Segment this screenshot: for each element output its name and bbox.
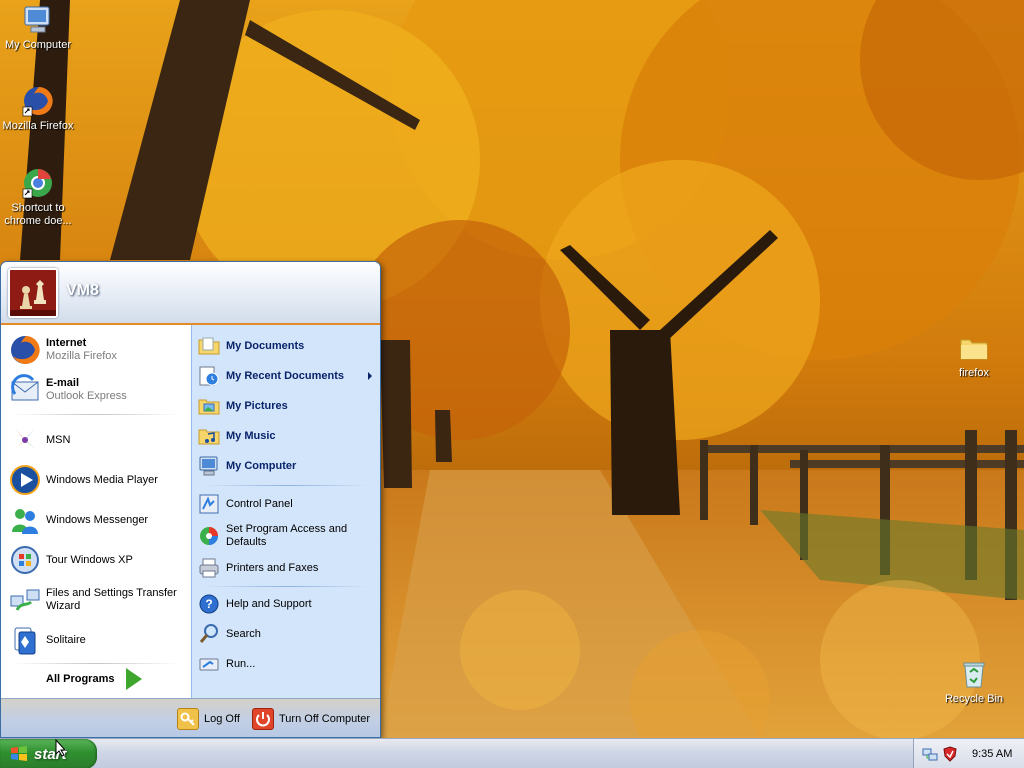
recent-item-media-player[interactable]: Windows Media Player xyxy=(9,462,187,498)
system-program-access[interactable]: Set Program Access and Defaults xyxy=(198,521,380,551)
menu-separator xyxy=(11,663,181,664)
program-access-icon xyxy=(198,525,220,547)
outlook-express-icon xyxy=(9,374,41,406)
control-panel-icon xyxy=(198,493,220,515)
messenger-icon xyxy=(9,504,41,536)
help-icon: ? xyxy=(198,593,220,615)
search-icon xyxy=(198,623,220,645)
network-icon[interactable] xyxy=(922,746,938,762)
menu-separator xyxy=(204,485,370,486)
start-button[interactable]: start xyxy=(0,739,97,768)
key-icon xyxy=(177,708,199,730)
all-programs-arrow-icon xyxy=(126,668,143,690)
support-run[interactable]: Run... xyxy=(198,651,380,677)
recent-item-msn[interactable]: MSN xyxy=(9,422,187,458)
msn-icon xyxy=(9,424,41,456)
submenu-arrow-icon xyxy=(368,372,372,380)
svg-text:?: ? xyxy=(205,597,212,611)
log-off-button[interactable]: Log Off xyxy=(177,708,240,730)
firefox-icon xyxy=(22,85,54,117)
support-search[interactable]: Search xyxy=(198,621,380,647)
place-my-recent-documents[interactable]: My Recent Documents xyxy=(198,363,380,389)
start-menu-programs-pane: Internet Mozilla Firefox E-mail Outlook Ex… xyxy=(1,325,191,698)
folder-icon xyxy=(958,332,990,364)
place-my-computer[interactable]: My Computer xyxy=(198,453,380,479)
place-my-music[interactable]: My Music xyxy=(198,423,380,449)
firefox-icon xyxy=(9,334,41,366)
run-icon xyxy=(198,653,220,675)
pinned-item-internet[interactable]: Internet Mozilla Firefox xyxy=(9,332,187,368)
mouse-cursor-icon xyxy=(55,738,67,757)
transfer-wizard-icon xyxy=(9,584,41,616)
system-control-panel[interactable]: Control Panel xyxy=(198,491,380,517)
system-tray: 9:35 AM xyxy=(913,739,1024,768)
all-programs-button[interactable]: All Programs xyxy=(46,668,143,690)
menu-separator xyxy=(11,414,181,415)
tour-xp-icon xyxy=(9,544,41,576)
power-icon xyxy=(252,708,274,730)
pictures-folder-icon xyxy=(198,395,220,417)
pinned-item-email[interactable]: E-mail Outlook Express xyxy=(9,372,187,408)
chrome-shortcut-icon xyxy=(22,167,54,199)
recent-item-solitaire[interactable]: Solitaire xyxy=(9,622,187,658)
start-menu-footer: Log Off Turn Off Computer xyxy=(1,698,380,737)
start-menu: VM8 Internet Mozilla Firefox E-mail Outloo… xyxy=(0,261,381,738)
place-my-documents[interactable]: My Documents xyxy=(198,333,380,359)
desktop-icon-firefox-folder[interactable]: firefox xyxy=(936,332,1012,380)
system-printers-faxes[interactable]: Printers and Faxes xyxy=(198,555,380,581)
desktop-icon-firefox[interactable]: Mozilla Firefox xyxy=(0,85,76,133)
place-my-pictures[interactable]: My Pictures xyxy=(198,393,380,419)
start-menu-places-pane: My Documents My Recent Documents My Pict… xyxy=(191,325,380,698)
music-folder-icon xyxy=(198,425,220,447)
clock[interactable]: 9:35 AM xyxy=(972,748,1012,760)
printer-icon xyxy=(198,557,220,579)
taskbar: start 9:35 AM xyxy=(0,738,1024,768)
turn-off-button[interactable]: Turn Off Computer xyxy=(252,708,370,730)
my-computer-icon xyxy=(22,4,54,36)
desktop-icon-my-computer[interactable]: My Computer xyxy=(0,4,76,52)
recent-item-transfer-wizard[interactable]: Files and Settings Transfer Wizard xyxy=(9,582,187,618)
security-shield-icon[interactable] xyxy=(942,746,958,762)
user-avatar[interactable] xyxy=(8,268,58,318)
recent-item-messenger[interactable]: Windows Messenger xyxy=(9,502,187,538)
start-menu-header: VM8 xyxy=(1,262,380,325)
recent-documents-icon xyxy=(198,365,220,387)
windows-flag-icon xyxy=(10,746,28,762)
media-player-icon xyxy=(9,464,41,496)
documents-folder-icon xyxy=(198,335,220,357)
solitaire-icon xyxy=(9,624,41,656)
my-computer-icon xyxy=(198,455,220,477)
recycle-bin-icon xyxy=(958,658,990,690)
menu-separator xyxy=(204,586,370,587)
support-help[interactable]: ? Help and Support xyxy=(198,591,380,617)
user-name: VM8 xyxy=(66,282,99,299)
recent-item-tour-xp[interactable]: Tour Windows XP xyxy=(9,542,187,578)
desktop-icon-chrome-shortcut[interactable]: Shortcut to chrome doe... xyxy=(0,167,76,228)
desktop-icon-recycle-bin[interactable]: Recycle Bin xyxy=(936,658,1012,706)
